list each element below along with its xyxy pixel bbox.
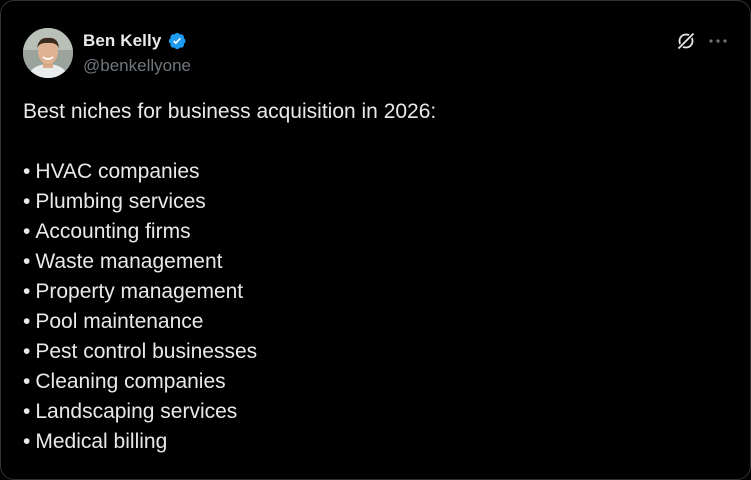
bullet: • bbox=[23, 340, 31, 363]
grok-icon[interactable] bbox=[675, 30, 697, 52]
list-item: • Property management bbox=[23, 277, 436, 307]
bullet: • bbox=[23, 430, 31, 453]
verified-badge-icon[interactable] bbox=[167, 31, 187, 51]
list-item: • Plumbing services bbox=[23, 187, 436, 217]
list-item: • Medical billing bbox=[23, 427, 436, 457]
avatar[interactable] bbox=[23, 28, 73, 78]
list-item: • Cleaning companies bbox=[23, 367, 436, 397]
author-name-row: Ben Kelly bbox=[83, 30, 187, 52]
list-item: • Landscaping services bbox=[23, 397, 436, 427]
list-item-label: Cleaning companies bbox=[35, 370, 226, 393]
list-item: • Pest control businesses bbox=[23, 337, 436, 367]
list-item: • Waste management bbox=[23, 247, 436, 277]
list-item-label: Medical billing bbox=[35, 430, 168, 453]
tweet-text: Best niches for business acquisition in … bbox=[23, 97, 436, 457]
list-item: • HVAC companies bbox=[23, 157, 436, 187]
bullet: • bbox=[23, 280, 31, 303]
bullet: • bbox=[23, 160, 31, 183]
tweet-card: Ben Kelly @benkellyone Best niches for b… bbox=[0, 0, 751, 480]
list-item: • Accounting firms bbox=[23, 217, 436, 247]
list-item: • Pool maintenance bbox=[23, 307, 436, 337]
list-item-label: Plumbing services bbox=[35, 190, 206, 213]
list-item-label: Waste management bbox=[35, 250, 223, 273]
bullet: • bbox=[23, 400, 31, 423]
list-item-label: Pool maintenance bbox=[35, 310, 204, 333]
author-handle[interactable]: @benkellyone bbox=[83, 56, 191, 76]
list-item-label: Property management bbox=[35, 280, 244, 303]
list-item-label: Pest control businesses bbox=[35, 340, 258, 363]
bullet: • bbox=[23, 250, 31, 273]
bullet: • bbox=[23, 370, 31, 393]
bullet: • bbox=[23, 190, 31, 213]
line-break bbox=[23, 127, 436, 157]
bullet: • bbox=[23, 310, 31, 333]
niche-list: • HVAC companies • Plumbing services • Acco… bbox=[23, 157, 436, 457]
more-options-icon[interactable] bbox=[707, 30, 729, 52]
list-item-label: Accounting firms bbox=[35, 220, 191, 243]
list-item-label: HVAC companies bbox=[35, 160, 200, 183]
tweet-intro: Best niches for business acquisition in … bbox=[23, 100, 437, 123]
list-item-label: Landscaping services bbox=[35, 400, 238, 423]
bullet: • bbox=[23, 220, 31, 243]
author-display-name[interactable]: Ben Kelly bbox=[83, 31, 161, 51]
